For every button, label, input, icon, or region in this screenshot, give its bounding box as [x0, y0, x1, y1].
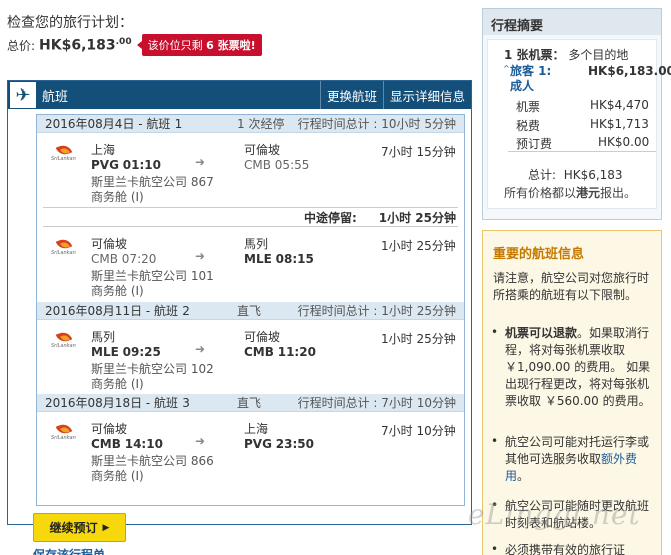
leg-stops: 直飞 — [237, 304, 262, 318]
leg-header: 2016年08月11日 - 航班 2 直飞 行程时间总计 : 1小时 25分钟 — [37, 302, 464, 320]
itinerary-list: 2016年08月4日 - 航班 1 1 次经停 行程时间总计 : 10小时 5分… — [36, 114, 465, 506]
arrival: 可倫坡 CMB 05:55 — [244, 143, 310, 172]
list-item: • 航空公司可能对托运行李或其他可选服务收取额外费用。 — [491, 434, 650, 483]
bullet-icon: • — [491, 542, 499, 555]
leg-date: 2016年08月4日 - 航班 1 — [45, 117, 183, 131]
arrow-right-icon: ➜ — [195, 155, 206, 169]
segment-duration: 1小时 25分钟 — [381, 239, 456, 253]
trip-summary-panel: 行程摘要 1 张机票： 多个目的地 ^ 旅客 1: 成人 HK$6,183.00… — [482, 8, 671, 220]
flight-segment: SriLankan 馬列 MLE 09:25 ➜ 可倫坡 CMB 11:20 1… — [37, 320, 464, 394]
segment-duration: 1小时 25分钟 — [381, 332, 456, 346]
important-intro: 请注意，航空公司对您旅行时所搭乘的航班有以下限制。 — [493, 271, 650, 302]
leg-date: 2016年08月11日 - 航班 2 — [45, 304, 190, 318]
arrival: 可倫坡 CMB 11:20 — [244, 330, 316, 359]
airline-logo: SriLankan — [49, 421, 79, 442]
departure: 可倫坡 CMB 07:20 — [91, 237, 157, 266]
booking-fee-value: HK$0.00 — [598, 135, 650, 149]
leg-total-time: 行程时间总计 : 7小时 10分钟 — [297, 396, 456, 410]
bullet-icon: • — [491, 434, 499, 448]
booking-fee-label: 预订费 — [516, 137, 553, 151]
total-label: 总价: — [7, 38, 36, 53]
flight-segment: SriLankan 可倫坡 CMB 14:10 ➜ 上海 PVG 23:50 7… — [37, 412, 464, 486]
caret-up-icon[interactable]: ^ — [503, 64, 510, 73]
page-title: 检查您的旅行计划： — [7, 15, 133, 31]
arrow-right-icon: ➜ — [195, 342, 206, 356]
arrival: 馬列 MLE 08:15 — [244, 237, 314, 266]
total-price: HK$6,183.00 — [39, 36, 132, 54]
arrival: 上海 PVG 23:50 — [244, 422, 314, 451]
airline-logo: SriLankan — [49, 329, 79, 350]
leg-header: 2016年08月18日 - 航班 3 直飞 行程时间总计 : 7小时 10分钟 — [37, 394, 464, 412]
leg-stops: 直飞 — [237, 396, 262, 410]
airline-info: 斯里兰卡航空公司 866 商务舱 (I) — [91, 454, 214, 483]
important-title: 重要的航班信息 — [493, 247, 585, 262]
layover-row: 中途停留: 1小时 25分钟 — [43, 207, 458, 227]
departure: 馬列 MLE 09:25 — [91, 330, 161, 359]
play-arrow-icon: ▶ — [102, 522, 110, 533]
flights-title: 航班 — [42, 89, 69, 105]
show-details-button[interactable]: 显示详细信息 — [382, 81, 471, 109]
airline-info: 斯里兰卡航空公司 102 商务舱 (I) — [91, 362, 214, 391]
departure: 上海 PVG 01:10 — [91, 143, 161, 172]
passenger-toggle[interactable]: 旅客 1: 成人 — [510, 64, 560, 94]
airplane-icon: ✈ — [10, 82, 36, 108]
layover-value: 1小时 25分钟 — [378, 210, 456, 225]
airline-logo: SriLankan — [49, 236, 79, 257]
airline-info: 斯里兰卡航空公司 867 商务舱 (I) — [91, 175, 214, 204]
total-price-line: 总价: HK$6,183.00 该价位只剩 6 张票啦! — [7, 34, 262, 56]
summary-title: 行程摘要 — [483, 9, 661, 35]
leg-header: 2016年08月4日 - 航班 1 1 次经停 行程时间总计 : 10小时 5分… — [37, 115, 464, 133]
layover-label: 中途停留: — [303, 210, 357, 225]
bullet-icon: • — [491, 325, 499, 339]
fare-value: HK$4,470 — [590, 98, 649, 112]
list-item: • 必须携带有效的旅行证 — [491, 542, 626, 555]
arrow-right-icon: ➜ — [195, 249, 206, 263]
airline-info: 斯里兰卡航空公司 101 商务舱 (I) — [91, 269, 214, 298]
airline-logo: SriLankan — [49, 142, 79, 163]
tax-label: 税费 — [516, 119, 541, 133]
arrow-right-icon: ➜ — [195, 434, 206, 448]
flights-panel: ✈ 航班 更换航班 显示详细信息 2016年08月4日 - 航班 1 1 次经停… — [7, 80, 472, 525]
leg-date: 2016年08月18日 - 航班 3 — [45, 396, 190, 410]
divider — [508, 151, 656, 152]
flight-segment: SriLankan 上海 PVG 01:10 ➜ 可倫坡 CMB 05:55 7… — [37, 133, 464, 207]
flights-header: ✈ 航班 更换航班 显示详细信息 — [8, 81, 471, 109]
watermark: eLinggi.net — [468, 498, 641, 531]
continue-booking-button[interactable]: 继续预订 ▶ — [33, 513, 126, 542]
currency-note: 所有价格都以港元报出。 — [504, 186, 637, 200]
change-flight-button[interactable]: 更换航班 — [319, 81, 383, 109]
passenger-amount: HK$6,183.00 — [588, 64, 671, 78]
summary-total: 总计: HK$6,183 — [528, 168, 623, 182]
list-item: • 机票可以退款。如果取消行程，将对每张机票收取￥1,090.00 的费用。 如… — [491, 325, 651, 408]
departure: 可倫坡 CMB 14:10 — [91, 422, 163, 451]
seats-left-badge: 该价位只剩 6 张票啦! — [136, 34, 262, 56]
fare-label: 机票 — [516, 100, 541, 114]
ticket-count: 1 张机票： 多个目的地 — [504, 48, 629, 62]
save-itinerary-link[interactable]: 保存该行程单 — [33, 546, 105, 555]
leg-total-time: 行程时间总计 : 10小时 5分钟 — [297, 117, 456, 131]
flight-segment: SriLankan 可倫坡 CMB 07:20 ➜ 馬列 MLE 08:15 1… — [37, 227, 464, 302]
summary-body: 1 张机票： 多个目的地 ^ 旅客 1: 成人 HK$6,183.00 机票 H… — [487, 39, 671, 209]
leg-stops: 1 次经停 — [237, 117, 285, 131]
segment-duration: 7小时 10分钟 — [381, 424, 456, 438]
leg-total-time: 行程时间总计 : 1小时 25分钟 — [297, 304, 456, 318]
tax-value: HK$1,713 — [590, 117, 649, 131]
segment-duration: 7小时 15分钟 — [381, 145, 456, 159]
